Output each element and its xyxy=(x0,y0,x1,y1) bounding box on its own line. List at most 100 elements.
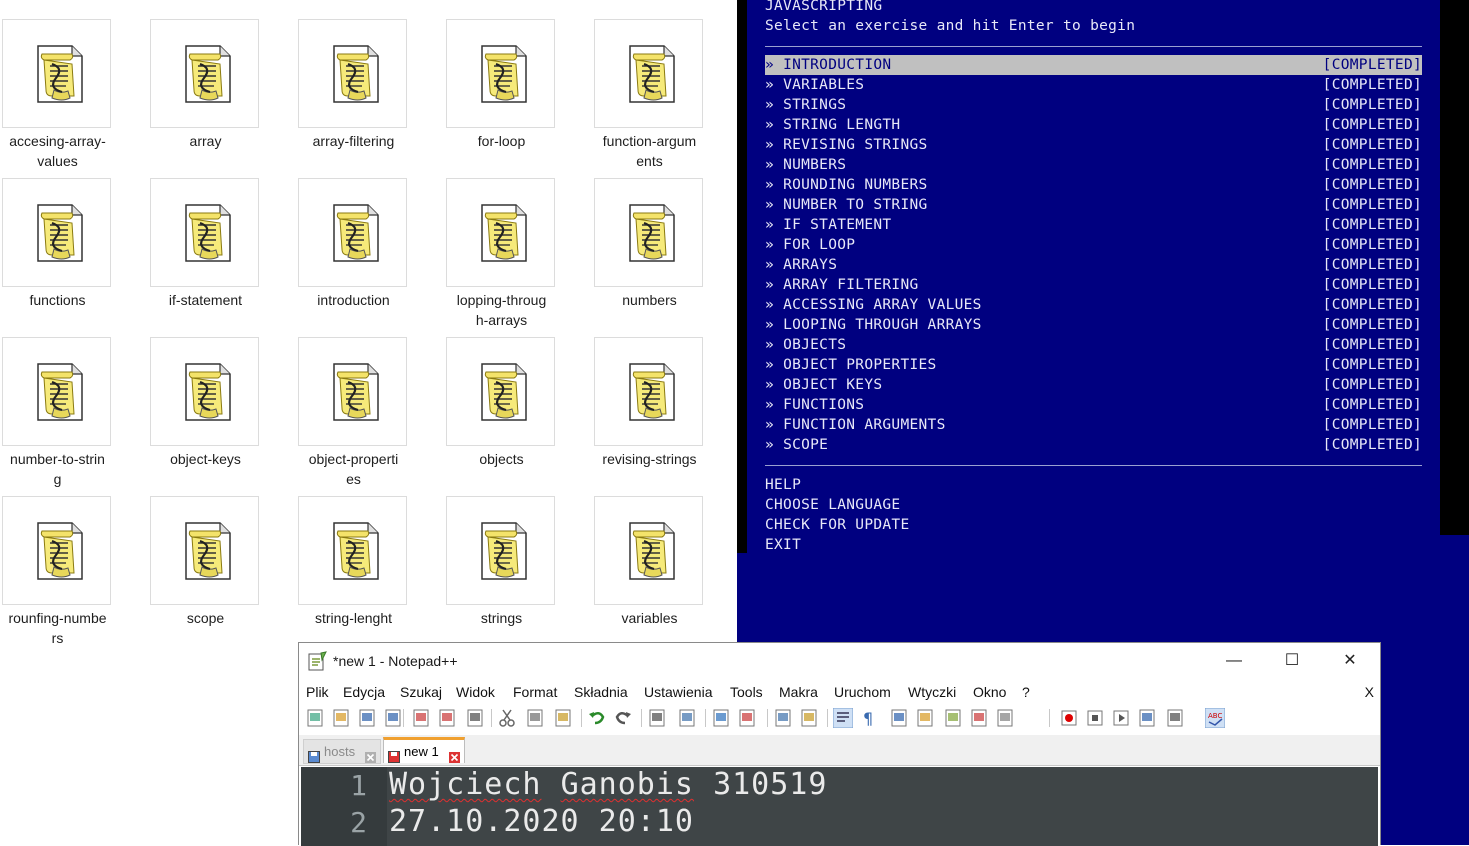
file-item[interactable]: objects xyxy=(444,337,584,487)
menu-item-plik[interactable]: Plik xyxy=(306,684,329,700)
menu-item-edycja[interactable]: Edycja xyxy=(343,684,385,700)
exercise-item[interactable]: » VARIABLES [COMPLETED] xyxy=(765,75,1422,95)
close-all-icon[interactable] xyxy=(437,708,457,728)
exercise-item[interactable]: » ARRAY FILTERING [COMPLETED] xyxy=(765,275,1422,295)
zoom-in-icon[interactable] xyxy=(711,708,731,728)
undo-icon[interactable] xyxy=(587,708,607,728)
exercise-item[interactable]: » ARRAYS [COMPLETED] xyxy=(765,255,1422,275)
file-thumbnail[interactable] xyxy=(150,337,259,446)
exercise-item[interactable]: » REVISING STRINGS [COMPLETED] xyxy=(765,135,1422,155)
menu-item-makra[interactable]: Makra xyxy=(779,684,818,700)
exercise-item[interactable]: » FUNCTION ARGUMENTS [COMPLETED] xyxy=(765,415,1422,435)
find-icon[interactable] xyxy=(647,708,667,728)
exercise-item[interactable]: » ROUNDING NUMBERS [COMPLETED] xyxy=(765,175,1422,195)
exercise-item[interactable]: » FUNCTIONS [COMPLETED] xyxy=(765,395,1422,415)
paste-icon[interactable] xyxy=(553,708,573,728)
minimize-button[interactable]: — xyxy=(1205,643,1263,679)
file-item[interactable]: if-statement xyxy=(148,178,288,328)
spell-check-icon[interactable]: ABC xyxy=(1204,707,1226,729)
copy-icon[interactable] xyxy=(525,708,545,728)
redo-icon[interactable] xyxy=(613,708,633,728)
sync-vertical-icon[interactable] xyxy=(773,708,793,728)
extra-menu-item[interactable]: CHECK FOR UPDATE xyxy=(765,515,909,535)
file-thumbnail[interactable] xyxy=(150,178,259,287)
file-item[interactable]: number-to-strin g xyxy=(0,337,140,487)
file-item[interactable]: functions xyxy=(0,178,140,328)
file-item[interactable]: for-loop xyxy=(444,19,584,169)
exercise-item[interactable]: » SCOPE [COMPLETED] xyxy=(765,435,1422,455)
menu-item-ustawienia[interactable]: Ustawienia xyxy=(644,684,712,700)
exercise-item[interactable]: » OBJECTS [COMPLETED] xyxy=(765,335,1422,355)
tab-close-icon[interactable] xyxy=(449,746,460,763)
monitoring-icon[interactable] xyxy=(995,708,1015,728)
exercise-item[interactable]: » INTRODUCTION [COMPLETED] xyxy=(765,55,1422,75)
close-icon[interactable] xyxy=(411,708,431,728)
file-item[interactable]: accesing-array-values xyxy=(0,19,140,169)
file-thumbnail[interactable] xyxy=(298,496,407,605)
file-item[interactable]: string-lenght xyxy=(296,496,436,646)
exercise-item[interactable]: » LOOPING THROUGH ARRAYS [COMPLETED] xyxy=(765,315,1422,335)
file-item[interactable]: object-properti es xyxy=(296,337,436,487)
file-item[interactable]: variables xyxy=(592,496,732,646)
play-macro-icon[interactable] xyxy=(1111,708,1131,728)
file-thumbnail[interactable] xyxy=(594,337,703,446)
show-all-chars-icon[interactable]: ¶ xyxy=(859,708,879,728)
file-thumbnail[interactable] xyxy=(594,496,703,605)
file-item[interactable]: lopping-throug h-arrays xyxy=(444,178,584,328)
exercise-item[interactable]: » FOR LOOP [COMPLETED] xyxy=(765,235,1422,255)
menu-item-wtyczki[interactable]: Wtyczki xyxy=(908,684,956,700)
file-thumbnail[interactable] xyxy=(594,178,703,287)
file-thumbnail[interactable] xyxy=(446,178,555,287)
file-item[interactable]: array-filtering xyxy=(296,19,436,169)
indent-guide-icon[interactable] xyxy=(889,708,909,728)
file-item[interactable]: strings xyxy=(444,496,584,646)
exercise-item[interactable]: » OBJECT KEYS [COMPLETED] xyxy=(765,375,1422,395)
extra-menu-item[interactable]: HELP xyxy=(765,475,801,495)
code-line[interactable]: Wojciech Ganobis 310519 xyxy=(389,767,827,802)
extra-menu-item[interactable]: EXIT xyxy=(765,535,801,555)
exercise-item[interactable]: » IF STATEMENT [COMPLETED] xyxy=(765,215,1422,235)
file-item[interactable]: function-argum ents xyxy=(592,19,732,169)
folder-as-workspace-icon[interactable] xyxy=(969,708,989,728)
file-item[interactable]: scope xyxy=(148,496,288,646)
extra-menu-item[interactable]: CHOOSE LANGUAGE xyxy=(765,495,900,515)
word-wrap-icon[interactable] xyxy=(832,707,854,729)
file-thumbnail[interactable] xyxy=(298,337,407,446)
open-file-icon[interactable] xyxy=(331,708,351,728)
menu-item-format[interactable]: Format xyxy=(513,684,557,700)
file-thumbnail[interactable] xyxy=(2,496,111,605)
file-thumbnail[interactable] xyxy=(446,337,555,446)
tab-hosts[interactable]: hosts xyxy=(303,739,381,764)
exercise-item[interactable]: » NUMBER TO STRING [COMPLETED] xyxy=(765,195,1422,215)
doc-map-icon[interactable] xyxy=(915,708,935,728)
new-file-icon[interactable] xyxy=(305,708,325,728)
menu-item-uruchom[interactable]: Uruchom xyxy=(834,684,891,700)
menu-item-tools[interactable]: Tools xyxy=(730,684,763,700)
file-item[interactable]: introduction xyxy=(296,178,436,328)
menu-item-help[interactable]: ? xyxy=(1022,684,1030,700)
menu-item-szukaj[interactable]: Szukaj xyxy=(400,684,442,700)
maximize-button[interactable]: ☐ xyxy=(1263,643,1321,679)
menu-item-okno[interactable]: Okno xyxy=(973,684,1006,700)
file-thumbnail[interactable] xyxy=(594,19,703,128)
replace-icon[interactable] xyxy=(677,708,697,728)
editor[interactable]: 12 Wojciech Ganobis 310519 27.10.2020 20:… xyxy=(301,767,1378,846)
run-macro-multiple-icon[interactable] xyxy=(1137,708,1157,728)
file-item[interactable]: revising-strings xyxy=(592,337,732,487)
file-thumbnail[interactable] xyxy=(150,496,259,605)
tab-new-1[interactable]: new 1 xyxy=(383,737,465,763)
function-list-icon[interactable] xyxy=(943,708,963,728)
cut-icon[interactable] xyxy=(497,708,517,728)
close-document-button[interactable]: X xyxy=(1365,684,1374,700)
zoom-out-icon[interactable] xyxy=(737,708,757,728)
save-all-icon[interactable] xyxy=(383,708,403,728)
file-item[interactable]: numbers xyxy=(592,178,732,328)
file-thumbnail[interactable] xyxy=(150,19,259,128)
file-thumbnail[interactable] xyxy=(2,337,111,446)
exercise-item[interactable]: » NUMBERS [COMPLETED] xyxy=(765,155,1422,175)
file-item[interactable]: rounfing-numbe rs xyxy=(0,496,140,646)
file-item[interactable]: array xyxy=(148,19,288,169)
exercise-item[interactable]: » ACCESSING ARRAY VALUES [COMPLETED] xyxy=(765,295,1422,315)
exercise-item[interactable]: » STRINGS [COMPLETED] xyxy=(765,95,1422,115)
file-thumbnail[interactable] xyxy=(2,19,111,128)
